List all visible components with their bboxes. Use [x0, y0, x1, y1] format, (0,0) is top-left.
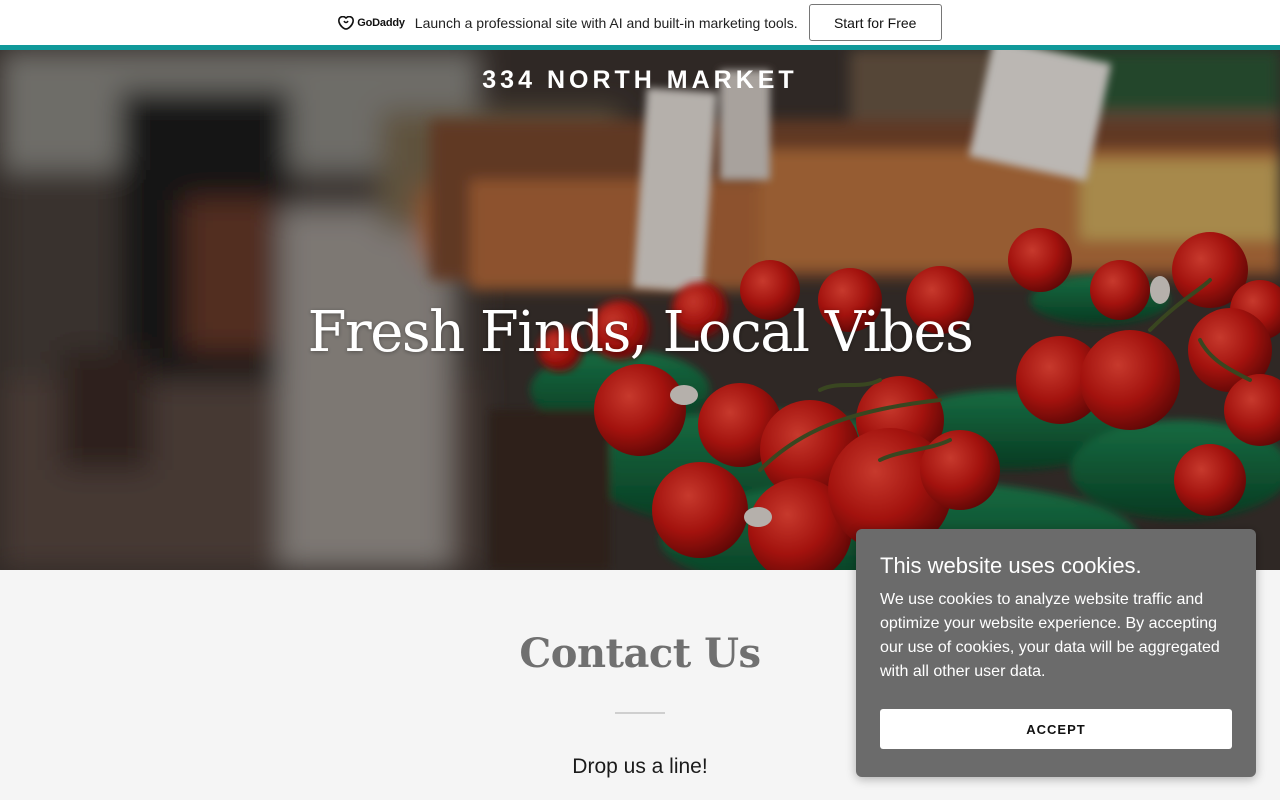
cookie-body: We use cookies to analyze website traffi… — [880, 591, 1220, 680]
start-for-free-button[interactable]: Start for Free — [808, 4, 942, 41]
hero-section: 334 NORTH MARKET Fresh Finds, Local Vibe… — [0, 50, 1280, 570]
promo-bar: GoDaddy Launch a professional site with … — [0, 0, 1280, 45]
promo-message: Launch a professional site with AI and b… — [414, 14, 798, 31]
site-title[interactable]: 334 NORTH MARKET — [0, 66, 1280, 95]
godaddy-logo-icon — [338, 15, 355, 30]
section-divider — [615, 712, 665, 714]
godaddy-logo[interactable]: GoDaddy — [338, 15, 405, 30]
accept-cookies-button[interactable]: ACCEPT — [880, 709, 1232, 749]
cookie-title: This website uses cookies. — [880, 553, 1142, 578]
hero-heading: Fresh Finds, Local Vibes — [307, 300, 974, 365]
cookie-consent-dialog: This website uses cookies. We use cookie… — [856, 529, 1256, 777]
godaddy-logo-text: GoDaddy — [357, 16, 405, 29]
promo-content: GoDaddy Launch a professional site with … — [338, 4, 942, 41]
